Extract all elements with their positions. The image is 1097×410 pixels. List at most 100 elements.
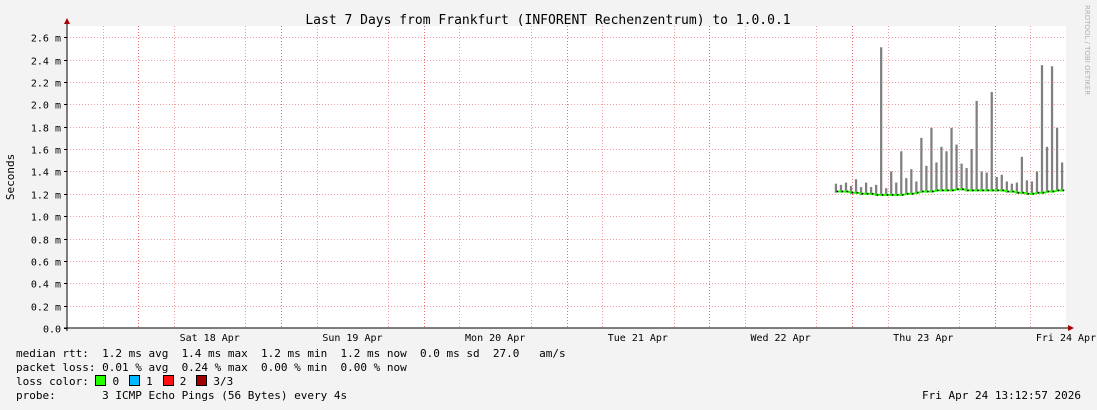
median-point xyxy=(982,189,984,192)
smoke-bar xyxy=(1055,127,1059,192)
smoke-bar xyxy=(975,100,978,192)
smoke-bar xyxy=(990,91,993,192)
packet-loss-summary: packet loss: 0.01 % avg 0.24 % max 0.00 … xyxy=(16,361,407,374)
smoke-bar xyxy=(940,146,943,192)
median-point xyxy=(896,194,899,196)
median-point xyxy=(876,194,879,196)
median-point xyxy=(846,190,849,193)
median-point xyxy=(871,192,874,195)
x-tick-label: Fri 24 Apr xyxy=(1036,333,1096,344)
smoke-bar xyxy=(950,127,953,192)
smoke-bar xyxy=(930,127,933,193)
y-tick-label: 1.6 m xyxy=(31,146,61,157)
smoke-bar xyxy=(1040,65,1044,194)
y-tick-label: 1.2 m xyxy=(31,191,61,202)
smoke-bar xyxy=(970,149,973,192)
median-point xyxy=(926,190,929,193)
median-point xyxy=(861,192,864,195)
median-point xyxy=(992,189,994,192)
median-point xyxy=(1007,190,1010,193)
smoke-bar xyxy=(854,179,858,194)
smoke-bar xyxy=(965,168,968,192)
median-point xyxy=(952,189,954,192)
smoke-bar xyxy=(1050,66,1054,193)
median-point xyxy=(1002,189,1005,192)
smoke-bar xyxy=(905,178,908,195)
median-point xyxy=(1047,190,1050,193)
y-tick-label: 0.2 m xyxy=(31,303,61,314)
loss-color-label-2: 2 xyxy=(179,375,187,388)
median-point xyxy=(1027,192,1030,195)
median-point xyxy=(1032,192,1035,195)
median-point xyxy=(997,189,999,192)
smoke-bar xyxy=(1020,156,1024,194)
median-point xyxy=(967,189,969,192)
smoke-bar xyxy=(980,171,983,192)
x-tick-label: Wed 22 Apr xyxy=(750,333,810,344)
y-tick-label: 0.4 m xyxy=(31,280,61,291)
median-point xyxy=(1022,191,1025,194)
median-point xyxy=(1017,191,1020,194)
smoke-bar xyxy=(935,162,938,192)
median-point xyxy=(901,194,904,196)
y-tick-label: 2.6 m xyxy=(31,34,61,45)
median-point xyxy=(987,189,989,192)
timestamp: Fri Apr 24 13:12:57 2026 xyxy=(922,389,1081,402)
median-point xyxy=(942,189,944,192)
median-point xyxy=(841,190,844,193)
y-tick-label: 2.2 m xyxy=(31,79,61,90)
smoke-bar xyxy=(985,172,988,192)
y-tick-label: 1.0 m xyxy=(31,213,61,224)
median-point xyxy=(1012,190,1015,193)
median-point xyxy=(856,191,859,194)
median-point xyxy=(836,190,839,193)
smoke-bar xyxy=(1035,171,1039,194)
smoke-bar xyxy=(955,144,958,191)
median-rtt-summary: median rtt: 1.2 ms avg 1.4 ms max 1.2 ms… xyxy=(16,347,566,360)
smoke-bar xyxy=(995,177,998,192)
loss-color-label-3: 3/3 xyxy=(213,375,234,388)
smoke-bar xyxy=(920,137,923,193)
smoke-bar xyxy=(890,171,893,197)
smoke-bar xyxy=(945,151,948,192)
smoke-bar xyxy=(910,169,913,195)
loss-color-swatch-1 xyxy=(129,375,141,386)
median-point xyxy=(886,194,889,196)
y-tick-label: 1.4 m xyxy=(31,168,61,179)
y-tick-label: 2.4 m xyxy=(31,57,61,68)
x-tick-label: Sat 18 Apr xyxy=(180,333,240,344)
smoke-bar xyxy=(960,163,963,191)
loss-color-swatch-3 xyxy=(196,375,208,386)
y-tick-label: 1.8 m xyxy=(31,124,61,135)
median-point xyxy=(891,194,894,196)
loss-color-legend: loss color: 0 1 2 3/3 xyxy=(16,375,243,389)
median-point xyxy=(906,192,909,195)
median-point xyxy=(851,191,854,194)
loss-color-swatch-2 xyxy=(162,375,174,386)
median-point xyxy=(916,191,919,194)
median-point xyxy=(957,188,959,191)
median-point xyxy=(866,192,869,195)
median-point xyxy=(1057,189,1060,192)
x-tick-label: Sun 19 Apr xyxy=(322,333,382,344)
smoke-bar xyxy=(900,151,903,197)
median-point xyxy=(977,189,979,192)
loss-color-label-1: 1 xyxy=(146,375,153,388)
x-tick-label: Thu 23 Apr xyxy=(893,333,953,344)
smoke-bar xyxy=(1060,162,1064,192)
plot-area xyxy=(67,26,1066,328)
y-tick-label: 0.8 m xyxy=(31,236,61,247)
median-point xyxy=(947,189,949,192)
smoke-bar xyxy=(880,47,883,197)
loss-color-label: loss color: xyxy=(16,375,89,388)
smoke-bar xyxy=(925,165,928,193)
median-point xyxy=(1052,190,1055,193)
loss-color-swatch-0 xyxy=(95,375,107,386)
median-point xyxy=(972,189,974,192)
y-tick-label: 0.0 xyxy=(43,325,61,336)
median-point xyxy=(931,190,934,193)
latency-chart: 0.0 0.2 m 0.4 m 0.6 m 0.8 m 1.0 m 1.2 m 1.4 m 1.… xyxy=(0,0,1097,345)
chart-title: Last 7 Days from Frankfurt (INFORENT Rec… xyxy=(305,13,790,28)
probe-info: probe: 3 ICMP Echo Pings (56 Bytes) ever… xyxy=(16,389,348,402)
median-point xyxy=(1042,191,1045,194)
